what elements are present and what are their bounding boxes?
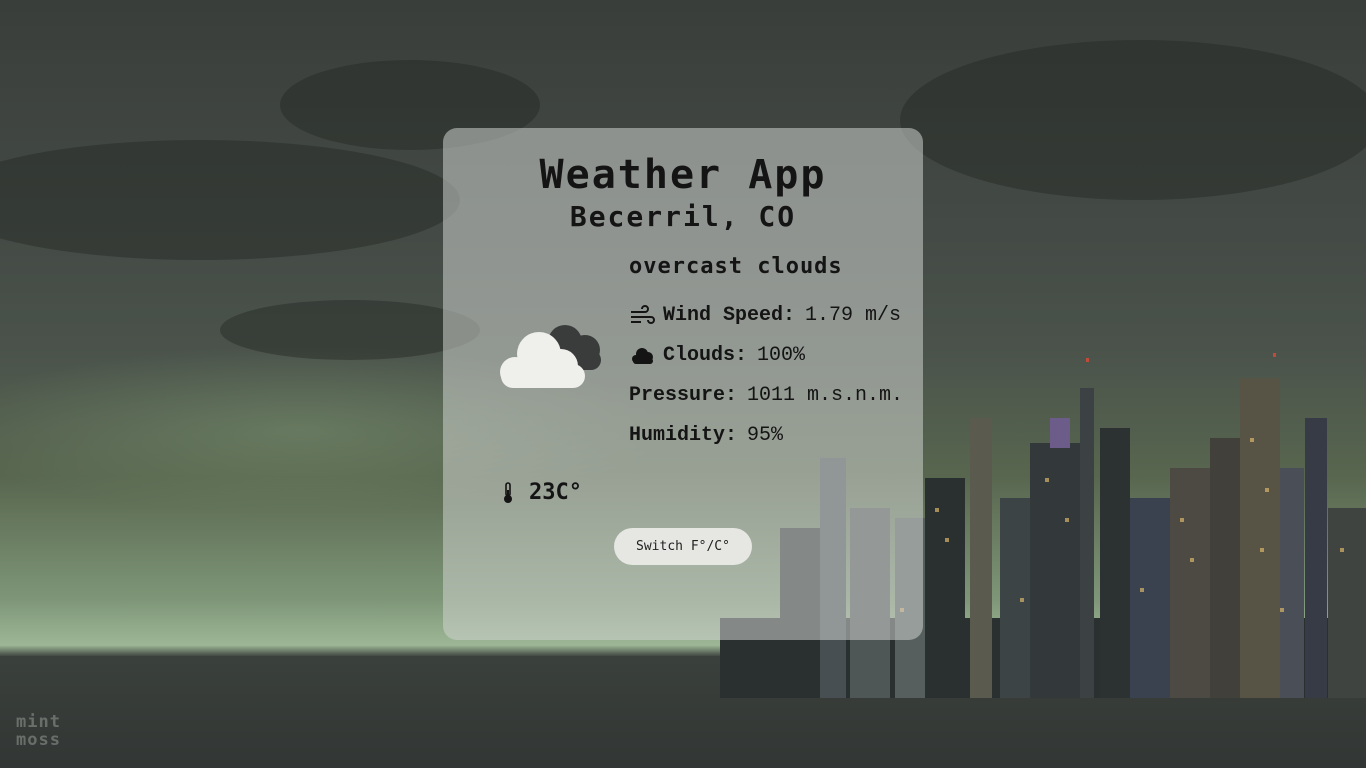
mintmoss-logo: mint moss xyxy=(16,713,80,749)
cloud-icon xyxy=(632,348,653,364)
stat-wind-speed: Wind Speed: 1.79 m/s xyxy=(629,296,903,336)
wind-icon xyxy=(631,305,655,324)
stat-label: Pressure: xyxy=(629,384,738,407)
stat-label: Clouds: xyxy=(663,344,748,367)
stat-value: 1011 m.s.n.m. xyxy=(747,384,904,407)
stat-value: 1.79 m/s xyxy=(805,304,902,327)
logo-line: mint xyxy=(16,712,61,732)
temperature-display: 23C° xyxy=(501,480,582,505)
thermometer-icon xyxy=(504,481,512,503)
stat-value: 95% xyxy=(747,424,784,447)
storm-cloud xyxy=(900,40,1366,200)
stat-value: 100% xyxy=(757,344,806,367)
temperature-value: 23C° xyxy=(529,480,582,505)
overcast-clouds-icon xyxy=(500,325,601,388)
switch-units-button[interactable]: Switch F°/C° xyxy=(614,528,752,565)
storm-cloud xyxy=(220,300,480,360)
logo-line: moss xyxy=(16,730,61,750)
background-scene: Weather App Becerril, CO overcast clouds xyxy=(0,0,1366,768)
weather-stats: Wind Speed: 1.79 m/s Clouds: 100% Pressu… xyxy=(629,296,903,456)
weather-card: Weather App Becerril, CO overcast clouds xyxy=(443,128,923,640)
location-name: Becerril, CO xyxy=(569,200,797,233)
stat-label: Wind Speed: xyxy=(663,304,796,327)
app-title: Weather App xyxy=(539,152,827,198)
stat-clouds: Clouds: 100% xyxy=(629,336,903,376)
stat-label: Humidity: xyxy=(629,424,738,447)
weather-description: overcast clouds xyxy=(629,254,843,279)
stat-humidity: Humidity: 95% xyxy=(629,416,903,456)
storm-cloud xyxy=(0,140,460,260)
stat-pressure: Pressure: 1011 m.s.n.m. xyxy=(629,376,903,416)
